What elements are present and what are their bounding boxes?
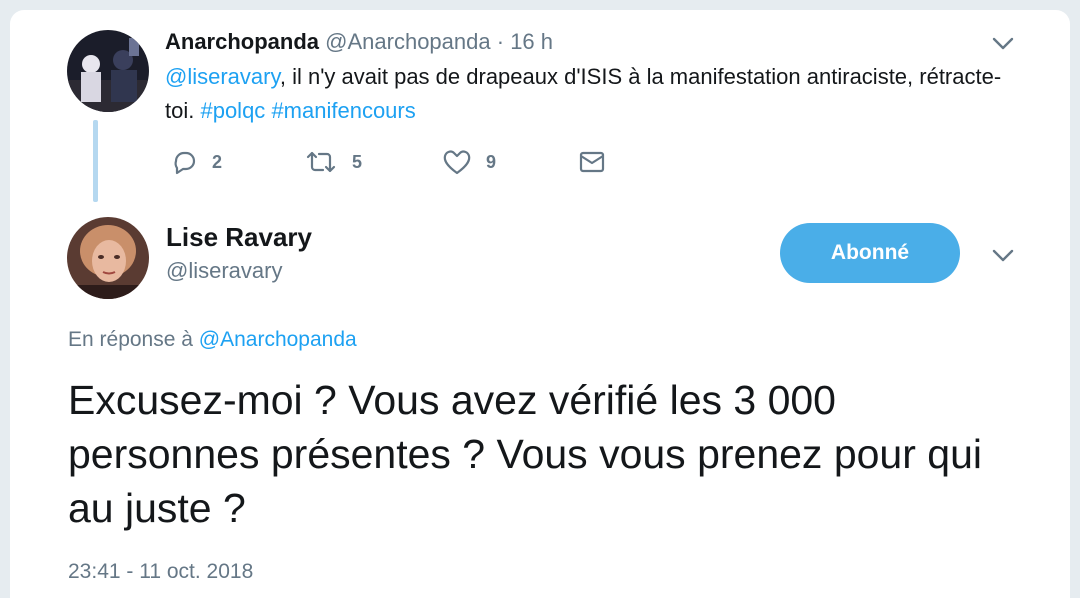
author-handle[interactable]: @Anarchopanda	[325, 29, 490, 54]
reply-button[interactable]: 2	[170, 148, 222, 176]
chevron-down-icon[interactable]	[990, 30, 1016, 56]
reply-tweet-header: Anarchopanda @Anarchopanda · 16 h	[165, 29, 553, 55]
reply-count: 2	[212, 151, 223, 172]
anarchopanda-avatar[interactable]	[67, 30, 149, 112]
reply-context: En réponse à @Anarchopanda	[68, 328, 357, 352]
follow-button[interactable]: Abonné	[780, 223, 960, 283]
like-icon	[443, 150, 471, 175]
main-tweet-text: Excusez-moi ? Vous avez vérifié les 3 00…	[68, 377, 982, 531]
reply-icon	[174, 151, 196, 175]
direct-message-icon	[579, 151, 605, 173]
reply-tweet-text: @liseravary, il n'y avait pas de drapeau…	[165, 60, 1005, 128]
direct-message-button[interactable]	[578, 148, 606, 176]
like-count: 9	[486, 151, 497, 172]
author-name[interactable]: Anarchopanda	[165, 29, 319, 54]
retweet-count: 5	[352, 151, 363, 172]
mention-link[interactable]: @liseravary	[165, 64, 280, 89]
reply-prefix: En réponse à	[68, 328, 199, 351]
tweet-timestamp[interactable]: 23:41 - 11 oct. 2018	[68, 560, 253, 584]
hashtag-link[interactable]: #manifencours	[271, 98, 415, 123]
chevron-down-icon[interactable]	[990, 242, 1016, 268]
header-separator: ·	[496, 29, 505, 54]
reply-to-handle[interactable]: @Anarchopanda	[199, 328, 357, 351]
thread-connector-line	[93, 120, 98, 202]
retweet-icon	[306, 151, 336, 173]
like-button[interactable]: 9	[442, 148, 496, 176]
tweet-time-ago[interactable]: 16 h	[510, 29, 553, 54]
author-name[interactable]: Lise Ravary	[166, 222, 312, 253]
hashtag-link[interactable]: #polqc	[200, 98, 265, 123]
author-handle[interactable]: @liseravary	[166, 258, 282, 284]
liseravary-avatar[interactable]	[67, 217, 149, 299]
retweet-button[interactable]: 5	[304, 148, 362, 176]
